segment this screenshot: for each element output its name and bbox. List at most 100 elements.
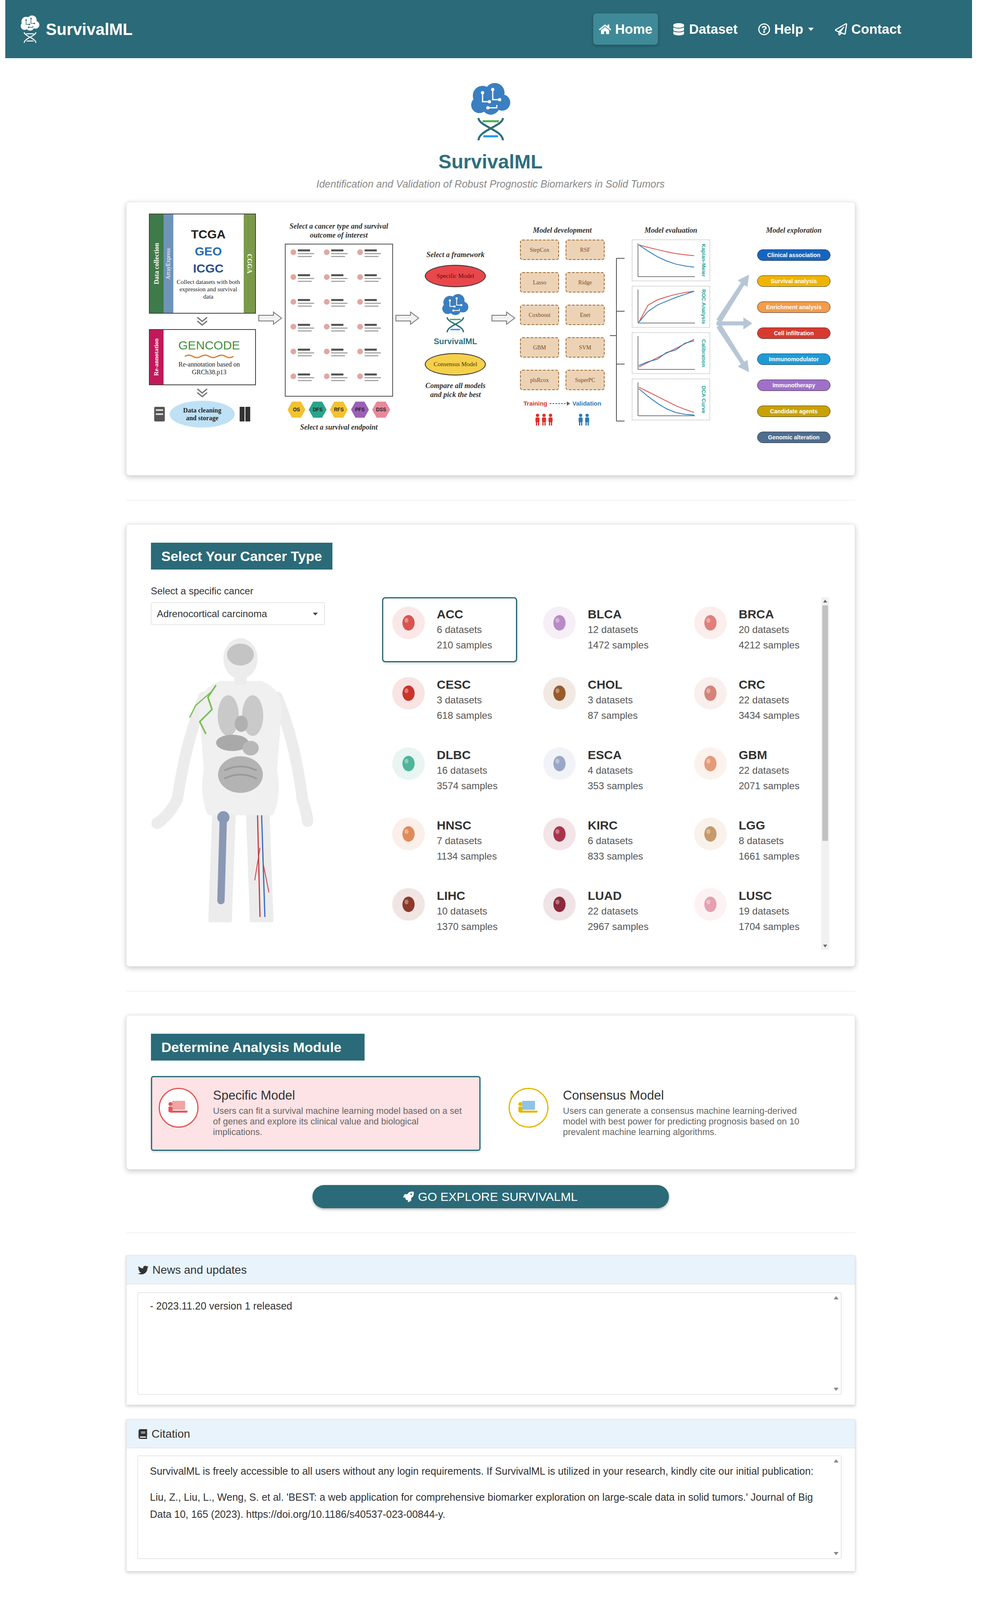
- organ-icon: [694, 606, 727, 640]
- cancer-card[interactable]: LUAD22 datasets2967 samples: [533, 878, 669, 944]
- mini-chart: [632, 379, 698, 420]
- exploration-pill: Cell infiltration: [757, 327, 831, 339]
- module-name: Specific Model: [213, 1088, 470, 1104]
- organ-icon: [694, 888, 727, 921]
- cancer-type-card: Select Your Cancer TypeSelect a specific…: [126, 524, 856, 967]
- organ-icon: [543, 677, 576, 710]
- model-box: Lasso: [519, 272, 560, 293]
- cancer-card[interactable]: CRC22 datasets3434 samples: [683, 667, 820, 733]
- news-item: - 2023.11.20 version 1 released: [150, 1299, 821, 1313]
- cancer-card[interactable]: HNSC7 datasets1134 samples: [382, 808, 518, 874]
- cancer-datasets: 16 datasets: [436, 762, 498, 779]
- cancer-datasets: 12 datasets: [587, 622, 649, 638]
- cancer-datasets: 6 datasets: [587, 833, 644, 849]
- brand[interactable]: SurvivalML: [18, 14, 133, 44]
- cancer-scrollbar[interactable]: [821, 597, 830, 951]
- brand-name[interactable]: SurvivalML: [45, 17, 133, 42]
- cancer-samples: 3574 samples: [436, 778, 498, 794]
- workflow-figure: Data collectionArrayExpressTCGAGEOICGCCo…: [148, 213, 833, 444]
- cancer-select[interactable]: Adrenocortical carcinoma: [150, 602, 325, 625]
- cancer-card[interactable]: LGG8 datasets1661 samples: [683, 808, 820, 874]
- cancer-grid: ACC6 datasets210 samplesBLCA12 datasets1…: [382, 597, 820, 951]
- cancer-datasets: 10 datasets: [436, 903, 498, 920]
- cancer-card[interactable]: CESC3 datasets618 samples: [382, 667, 518, 733]
- nav-icon: [672, 23, 685, 36]
- model-box: StepCox: [519, 239, 560, 260]
- cancer-code: ACC: [436, 606, 493, 623]
- cancer-card[interactable]: DLBC16 datasets3574 samples: [382, 738, 518, 804]
- module-option[interactable]: Specific ModelUsers can fit a survival m…: [150, 1076, 481, 1152]
- cancer-card[interactable]: KIRC6 datasets833 samples: [533, 808, 669, 874]
- evaluation-label: Kaplan-Meier: [699, 243, 708, 278]
- scroll-down-icon[interactable]: [832, 1387, 840, 1392]
- organ-icon: [392, 888, 425, 921]
- branch-lines-icon: [609, 229, 626, 442]
- explore-button[interactable]: GO EXPLORE SURVIVALML: [312, 1185, 669, 1209]
- nav-item[interactable]: Help: [752, 13, 821, 46]
- nav-item[interactable]: Home: [593, 13, 659, 46]
- storage-cloud: Data cleaning and storage: [169, 400, 235, 428]
- nav-item[interactable]: Dataset: [666, 13, 743, 46]
- scroll-up-icon[interactable]: [832, 1295, 840, 1301]
- annotation-caption: Re-annotation based on GRCh38.p13: [166, 360, 253, 376]
- cancer-samples: 210 samples: [436, 637, 493, 654]
- cancer-card[interactable]: BRCA20 datasets4212 samples: [683, 597, 820, 663]
- mini-chart: [632, 240, 698, 281]
- model-development-column: Model developmentStepCoxRSFLassoRidgeCox…: [517, 225, 607, 426]
- chart-line: [638, 339, 695, 368]
- cancer-code: LUAD: [587, 888, 649, 904]
- nav-item[interactable]: Contact: [829, 13, 907, 46]
- evaluation-chart: ROC Analysis: [631, 286, 711, 328]
- cancer-card[interactable]: LIHC10 datasets1370 samples: [382, 878, 518, 944]
- module-icon: [508, 1088, 549, 1128]
- evaluation-label: DCA Curve: [699, 385, 708, 414]
- endpoint-hexagon: OS: [287, 400, 306, 419]
- cancer-card[interactable]: ESCA4 datasets353 samples: [533, 738, 669, 804]
- data-collection-box: Data collectionArrayExpressTCGAGEOICGCCo…: [148, 213, 256, 314]
- cancer-card[interactable]: BLCA12 datasets1472 samples: [533, 597, 669, 663]
- endpoint-hexagon: DSS: [372, 400, 391, 419]
- cancer-card[interactable]: GBM22 datasets2071 samples: [683, 738, 820, 804]
- dashed-arrow-icon: [549, 401, 571, 406]
- exploration-pill: Genomic alteration: [757, 431, 831, 444]
- rocket-icon: [403, 1191, 414, 1203]
- cancer-card[interactable]: CHOL3 datasets87 samples: [533, 667, 669, 733]
- organ-icon: [392, 817, 425, 851]
- citation-text: SurvivalML is freely accessible to all u…: [150, 1462, 821, 1480]
- select-label: Select a specific cancer: [150, 585, 325, 598]
- exploration-pill: Clinical association: [757, 249, 831, 261]
- framework-title: Select a framework: [426, 250, 485, 260]
- cancer-code: BLCA: [587, 606, 649, 623]
- scroll-up-icon[interactable]: [821, 597, 830, 606]
- person-icon: [547, 413, 554, 426]
- model-box: Ridge: [565, 272, 605, 293]
- nav-icon: [834, 23, 848, 36]
- evaluation-chart: Kaplan-Meier: [631, 239, 711, 282]
- cancer-card[interactable]: ACC6 datasets210 samples: [382, 597, 518, 663]
- cancer-samples: 353 samples: [587, 778, 644, 794]
- storage-icon: [153, 406, 166, 423]
- person-icon: [534, 413, 541, 426]
- navbar: SurvivalML HomeDataset HelpContact: [5, 0, 973, 59]
- dropdown-arrow-icon: [312, 611, 319, 617]
- model-box: SVM: [565, 337, 605, 358]
- server-icon: [238, 406, 252, 423]
- nav-icon: [598, 23, 612, 36]
- model-evaluation-column: Model evaluationKaplan-MeierROC Analysis…: [627, 225, 715, 421]
- module-option[interactable]: Consensus ModelUsers can generate a cons…: [500, 1076, 831, 1152]
- scroll-down-icon[interactable]: [832, 1551, 840, 1557]
- model-box: Enet: [565, 304, 605, 326]
- cancer-card[interactable]: LUSC19 datasets1704 samples: [683, 878, 820, 944]
- caret-down-icon: [807, 26, 815, 32]
- model-box: Coxboost: [519, 304, 560, 326]
- mini-chart: [632, 286, 698, 328]
- person-icon: [577, 413, 584, 426]
- news-header: News and updates: [126, 1256, 855, 1285]
- nav-icon: [758, 23, 771, 36]
- exploration-pill: Immunotherapy: [757, 379, 831, 392]
- scrollbar-thumb[interactable]: [822, 605, 829, 842]
- scroll-down-icon[interactable]: [821, 941, 830, 951]
- citation-scrollbar[interactable]: [832, 1456, 842, 1559]
- scroll-up-icon[interactable]: [832, 1458, 840, 1464]
- news-scrollbar[interactable]: [832, 1293, 842, 1395]
